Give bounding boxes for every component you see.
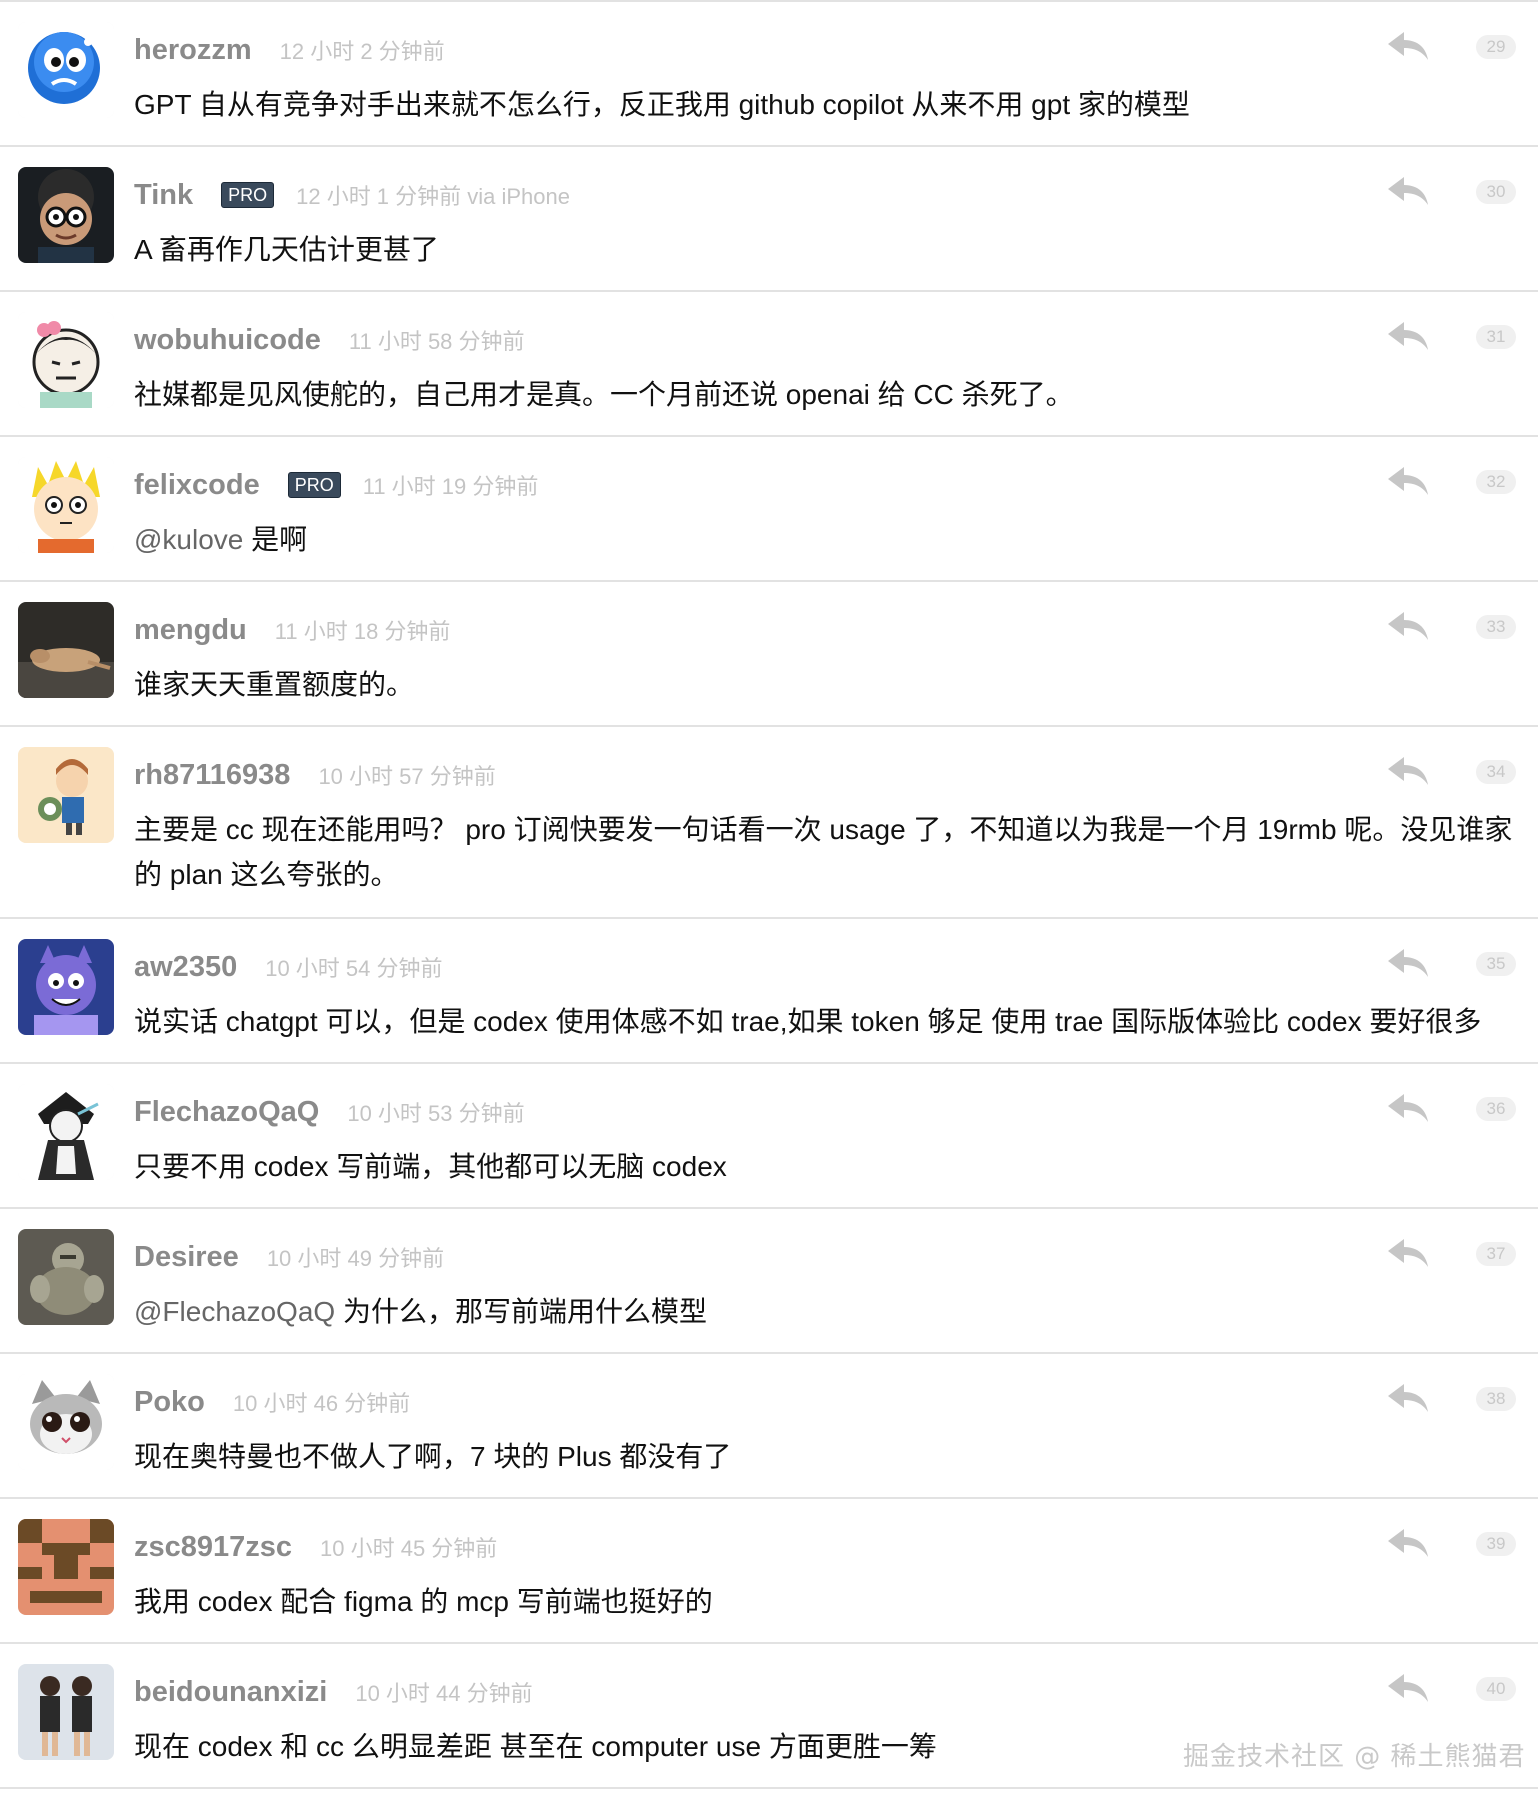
reply-arrow-icon[interactable] <box>1386 320 1430 352</box>
avatar[interactable] <box>18 1519 114 1615</box>
floor-number: 37 <box>1476 1242 1516 1266</box>
reply-content: @FlechazoQaQ 为什么，那写前端用什么模型 <box>134 1289 1518 1334</box>
reply-content: GPT 自从有竞争对手出来就不怎么行，反正我用 github copilot 从… <box>134 89 1190 120</box>
reply-arrow-icon[interactable] <box>1386 30 1430 62</box>
avatar[interactable] <box>18 1374 114 1470</box>
timestamp: 11 小时 58 分钟前 <box>348 329 525 354</box>
timestamp: 11 小时 18 分钟前 <box>274 619 451 644</box>
reply-item: aw2350 10 小时 54 分钟前 说实话 chatgpt 可以，但是 co… <box>0 919 1538 1064</box>
reply-content: 主要是 cc 现在还能用吗？ pro 订阅快要发一句话看一次 usage 了，不… <box>134 814 1513 890</box>
avatar[interactable] <box>18 1664 114 1760</box>
username[interactable]: FlechazoQaQ <box>134 1096 319 1129</box>
username[interactable]: aw2350 <box>134 951 237 984</box>
username[interactable]: mengdu <box>134 614 247 647</box>
reply-arrow-icon[interactable] <box>1386 1237 1430 1269</box>
floor-number: 39 <box>1476 1532 1516 1556</box>
reply-content: 现在奥特曼也不做人了啊，7 块的 Plus 都没有了 <box>134 1441 732 1472</box>
avatar[interactable] <box>18 1084 114 1180</box>
mention-link[interactable]: @kulove <box>134 524 243 555</box>
username[interactable]: Tink <box>134 179 193 212</box>
reply-text: 为什么，那写前端用什么模型 <box>335 1296 707 1327</box>
reply-item: mengdu 11 小时 18 分钟前 谁家天天重置额度的。 33 <box>0 582 1538 727</box>
reply-item: Desiree 10 小时 49 分钟前 @FlechazoQaQ 为什么，那写… <box>0 1209 1538 1354</box>
avatar[interactable] <box>18 602 114 698</box>
reply-text: 是啊 <box>243 524 308 555</box>
avatar[interactable] <box>18 457 114 553</box>
floor-number: 33 <box>1476 615 1516 639</box>
reply-item: Poko 10 小时 46 分钟前 现在奥特曼也不做人了啊，7 块的 Plus … <box>0 1354 1538 1499</box>
username[interactable]: felixcode <box>134 469 260 502</box>
watermark: 掘金技术社区 @ 稀土熊猫君 <box>1183 1742 1526 1772</box>
timestamp: 11 小时 19 分钟前 <box>362 474 539 499</box>
reply-arrow-icon[interactable] <box>1386 1382 1430 1414</box>
username[interactable]: herozzm <box>134 34 252 67</box>
floor-number: 40 <box>1476 1677 1516 1701</box>
avatar[interactable] <box>18 939 114 1035</box>
avatar[interactable] <box>18 1229 114 1325</box>
timestamp: 12 小时 2 分钟前 <box>279 39 445 64</box>
pro-badge: PRO <box>287 472 341 498</box>
timestamp: 10 小时 45 分钟前 <box>320 1536 498 1561</box>
username[interactable]: wobuhuicode <box>134 324 321 357</box>
reply-content: 谁家天天重置额度的。 <box>134 669 415 700</box>
floor-number: 34 <box>1476 760 1516 784</box>
reply-thread: herozzm 12 小时 2 分钟前 GPT 自从有竞争对手出来就不怎么行，反… <box>0 0 1538 1789</box>
reply-arrow-icon[interactable] <box>1386 947 1430 979</box>
reply-content: 说实话 chatgpt 可以，但是 codex 使用体感不如 trae,如果 t… <box>134 1006 1482 1037</box>
reply-content: A 畜再作几天估计更甚了 <box>134 234 439 265</box>
reply-item: wobuhuicode 11 小时 58 分钟前 社媒都是见风使舵的，自己用才是… <box>0 292 1538 437</box>
floor-number: 32 <box>1476 470 1516 494</box>
username[interactable]: beidounanxizi <box>134 1676 327 1709</box>
pro-badge: PRO <box>221 182 275 208</box>
reply-item: FlechazoQaQ 10 小时 53 分钟前 只要不用 codex 写前端，… <box>0 1064 1538 1209</box>
reply-item: felixcode PRO 11 小时 19 分钟前 @kulove 是啊 32 <box>0 437 1538 582</box>
reply-content: 我用 codex 配合 figma 的 mcp 写前端也挺好的 <box>134 1586 713 1617</box>
reply-arrow-icon[interactable] <box>1386 175 1430 207</box>
timestamp: 10 小时 53 分钟前 <box>347 1101 525 1126</box>
floor-number: 30 <box>1476 180 1516 204</box>
username[interactable]: Desiree <box>134 1241 239 1274</box>
reply-arrow-icon[interactable] <box>1386 465 1430 497</box>
reply-content: 社媒都是见风使舵的，自己用才是真。一个月前还说 openai 给 CC 杀死了。 <box>134 379 1074 410</box>
username[interactable]: zsc8917zsc <box>134 1531 292 1564</box>
avatar[interactable] <box>18 167 114 263</box>
avatar[interactable] <box>18 312 114 408</box>
floor-number: 29 <box>1476 35 1516 59</box>
username[interactable]: rh87116938 <box>134 759 290 792</box>
reply-item: herozzm 12 小时 2 分钟前 GPT 自从有竞争对手出来就不怎么行，反… <box>0 2 1538 147</box>
reply-item: rh87116938 10 小时 57 分钟前 主要是 cc 现在还能用吗？ p… <box>0 727 1538 919</box>
reply-arrow-icon[interactable] <box>1386 755 1430 787</box>
reply-arrow-icon[interactable] <box>1386 1672 1430 1704</box>
reply-item: zsc8917zsc 10 小时 45 分钟前 我用 codex 配合 figm… <box>0 1499 1538 1644</box>
timestamp: 10 小时 54 分钟前 <box>265 956 443 981</box>
timestamp: 12 小时 1 分钟前 via iPhone <box>296 184 571 209</box>
reply-arrow-icon[interactable] <box>1386 610 1430 642</box>
floor-number: 36 <box>1476 1097 1516 1121</box>
floor-number: 38 <box>1476 1387 1516 1411</box>
timestamp: 10 小时 49 分钟前 <box>266 1246 445 1271</box>
timestamp: 10 小时 44 分钟前 <box>355 1681 533 1706</box>
mention-link[interactable]: @FlechazoQaQ <box>134 1296 335 1327</box>
reply-content: 只要不用 codex 写前端，其他都可以无脑 codex <box>134 1151 727 1182</box>
reply-content: @kulove 是啊 <box>134 517 1518 562</box>
timestamp: 10 小时 57 分钟前 <box>318 764 496 789</box>
avatar[interactable] <box>18 22 114 118</box>
username[interactable]: Poko <box>134 1386 205 1419</box>
floor-number: 35 <box>1476 952 1516 976</box>
reply-arrow-icon[interactable] <box>1386 1092 1430 1124</box>
reply-item: Tink PRO 12 小时 1 分钟前 via iPhone A 畜再作几天估… <box>0 147 1538 292</box>
avatar[interactable] <box>18 747 114 843</box>
reply-arrow-icon[interactable] <box>1386 1527 1430 1559</box>
timestamp: 10 小时 46 分钟前 <box>232 1391 411 1416</box>
floor-number: 31 <box>1476 325 1516 349</box>
